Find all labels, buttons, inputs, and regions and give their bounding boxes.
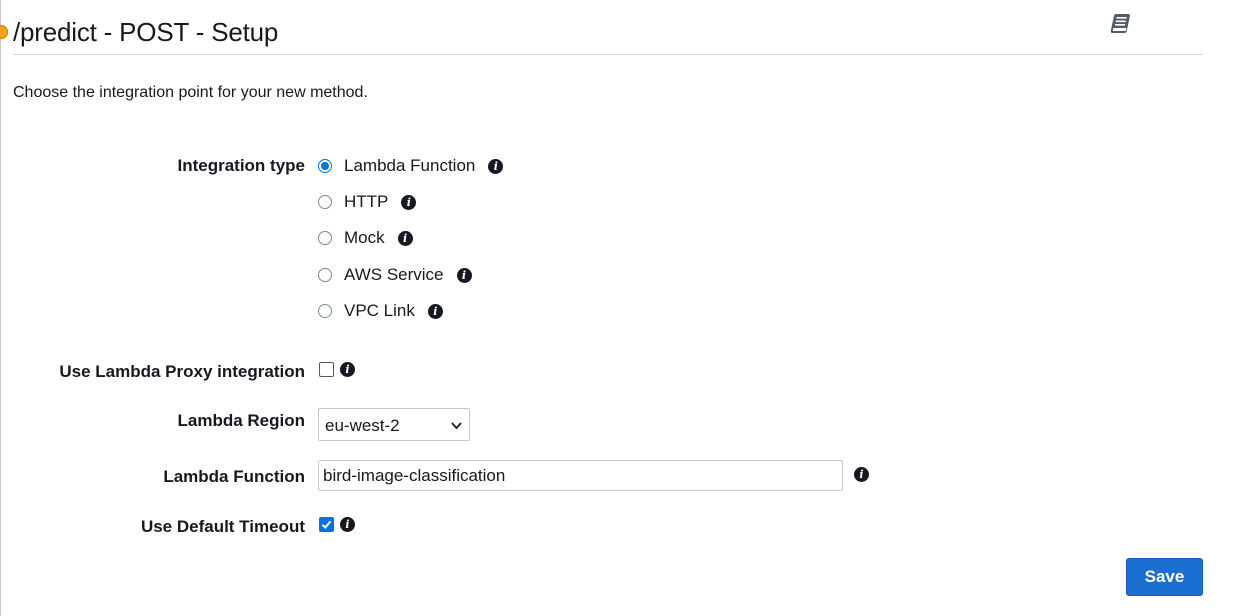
left-border — [0, 0, 1, 616]
radio-button[interactable] — [318, 304, 332, 318]
radio-label[interactable]: Mock — [344, 228, 385, 248]
title-divider — [13, 54, 1203, 55]
radio-vpc-link[interactable]: VPC Link i — [318, 300, 443, 322]
info-icon[interactable]: i — [397, 230, 413, 246]
info-icon[interactable]: i — [854, 467, 869, 482]
radio-label[interactable]: VPC Link — [344, 301, 415, 321]
info-icon[interactable]: i — [401, 194, 417, 210]
info-icon[interactable]: i — [427, 303, 443, 319]
radio-button[interactable] — [318, 268, 332, 282]
lambda-function-input[interactable] — [318, 460, 843, 491]
integration-type-label: Integration type — [177, 156, 305, 175]
radio-http[interactable]: HTTP i — [318, 191, 417, 213]
radio-button[interactable] — [318, 159, 332, 173]
radio-button[interactable] — [318, 231, 332, 245]
radio-button[interactable] — [318, 195, 332, 209]
checkmark-icon — [321, 520, 332, 529]
save-button[interactable]: Save — [1126, 558, 1203, 596]
lambda-region-select[interactable]: eu-west-2 — [318, 408, 470, 441]
info-icon[interactable]: i — [488, 158, 504, 174]
proxy-integration-label: Use Lambda Proxy integration — [59, 362, 305, 381]
radio-label[interactable]: AWS Service — [344, 265, 444, 285]
radio-mock[interactable]: Mock i — [318, 227, 413, 249]
radio-lambda-function[interactable]: Lambda Function i — [318, 155, 504, 177]
info-icon[interactable]: i — [340, 517, 355, 532]
page-title: /predict - POST - Setup — [13, 17, 279, 47]
info-icon[interactable]: i — [456, 267, 472, 283]
radio-label[interactable]: HTTP — [344, 192, 388, 212]
lambda-function-label: Lambda Function — [163, 467, 305, 486]
radio-aws-service[interactable]: AWS Service i — [318, 264, 472, 286]
proxy-integration-checkbox[interactable] — [319, 362, 334, 377]
book-icon[interactable] — [1106, 11, 1134, 37]
select-value: eu-west-2 — [325, 416, 400, 435]
chevron-down-icon — [451, 422, 462, 430]
default-timeout-label: Use Default Timeout — [140, 517, 305, 536]
intro-text: Choose the integration point for your ne… — [13, 84, 368, 101]
resource-marker-icon — [0, 25, 8, 39]
radio-label[interactable]: Lambda Function — [344, 156, 475, 176]
info-icon[interactable]: i — [340, 362, 355, 377]
default-timeout-checkbox[interactable] — [319, 517, 334, 532]
lambda-region-label: Lambda Region — [177, 411, 305, 430]
